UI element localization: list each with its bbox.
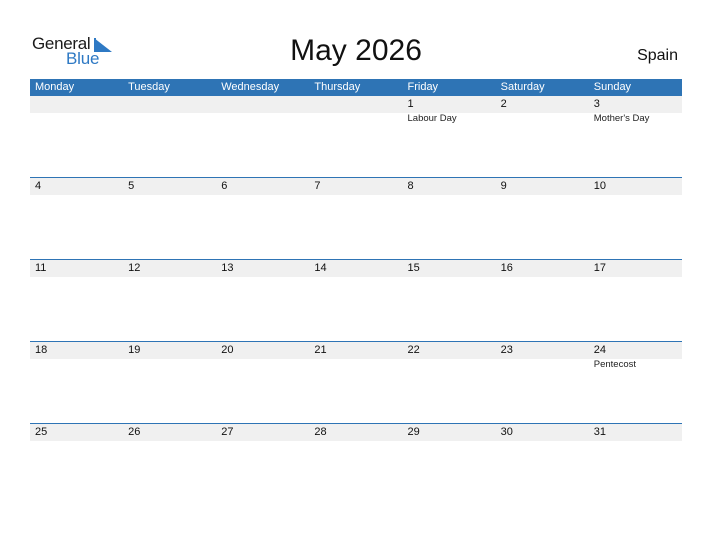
day-number: 1 <box>407 98 414 110</box>
day-cell: 29 <box>403 424 496 441</box>
day-number: 13 <box>221 262 234 274</box>
day-cell: 22 <box>403 342 496 371</box>
day-number: 8 <box>407 180 414 192</box>
day-number: 30 <box>500 426 513 438</box>
day-number: 23 <box>500 344 513 356</box>
day-number: 19 <box>128 344 141 356</box>
day-number: 25 <box>35 426 48 438</box>
day-number: 27 <box>221 426 234 438</box>
day-number: 21 <box>314 344 327 356</box>
day-number: 20 <box>221 344 234 356</box>
day-cell: 7 <box>309 178 402 195</box>
week-row: 18 19 20 21 22 23 24 Pentecost <box>30 341 682 423</box>
week-cells: 1 Labour Day 2 3 Mother's Day <box>30 96 682 125</box>
week-row: 11 12 13 14 15 16 17 <box>30 259 682 341</box>
weekday-sunday: Sunday <box>593 81 632 93</box>
weeks-container: 1 Labour Day 2 3 Mother's Day 4 5 6 7 8 9 10 11 12 13 1… <box>30 96 682 505</box>
day-cell <box>123 96 216 125</box>
week-cells: 11 12 13 14 15 16 17 <box>30 260 682 277</box>
day-cell: 5 <box>123 178 216 195</box>
day-number <box>314 96 402 113</box>
day-number: 18 <box>35 344 48 356</box>
day-cell: 25 <box>30 424 123 441</box>
day-number: 2 <box>500 98 507 110</box>
day-cell: 3 Mother's Day <box>589 96 682 125</box>
day-number: 14 <box>314 262 327 274</box>
day-number: 10 <box>593 180 606 192</box>
week-cells: 4 5 6 7 8 9 10 <box>30 178 682 195</box>
day-cell <box>216 96 309 125</box>
week-row: 1 Labour Day 2 3 Mother's Day <box>30 96 682 177</box>
day-number: 22 <box>407 344 420 356</box>
day-cell: 30 <box>496 424 589 441</box>
day-cell: 16 <box>496 260 589 277</box>
calendar-grid: Monday Tuesday Wednesday Thursday Friday… <box>30 79 682 505</box>
day-cell: 12 <box>123 260 216 277</box>
week-row: 25 26 27 28 29 30 31 <box>30 423 682 505</box>
weekday-monday: Monday <box>35 81 75 93</box>
day-number: 4 <box>35 180 42 192</box>
day-cell: 21 <box>309 342 402 371</box>
weekday-friday: Friday <box>407 81 439 93</box>
day-cell: 19 <box>123 342 216 371</box>
calendar-title: May 2026 <box>290 34 422 67</box>
week-cells: 25 26 27 28 29 30 31 <box>30 424 682 441</box>
day-number <box>221 96 309 113</box>
day-cell: 15 <box>403 260 496 277</box>
day-number: 7 <box>314 180 321 192</box>
day-number: 29 <box>407 426 420 438</box>
day-number <box>128 96 216 113</box>
weekday-wednesday: Wednesday <box>221 81 280 93</box>
holiday-label: Pentecost <box>593 359 636 370</box>
holiday-label: Labour Day <box>407 113 457 124</box>
weekday-saturday: Saturday <box>500 81 545 93</box>
day-cell: 18 <box>30 342 123 371</box>
day-cell: 14 <box>309 260 402 277</box>
day-cell: 9 <box>496 178 589 195</box>
day-number: 17 <box>593 262 606 274</box>
day-cell: 13 <box>216 260 309 277</box>
day-number: 3 <box>593 98 600 110</box>
day-cell: 27 <box>216 424 309 441</box>
day-number: 24 <box>593 344 606 356</box>
day-number: 31 <box>593 426 606 438</box>
day-cell: 8 <box>403 178 496 195</box>
weekday-header: Monday Tuesday Wednesday Thursday Friday… <box>30 79 682 96</box>
day-cell <box>30 96 123 125</box>
day-number: 12 <box>128 262 141 274</box>
day-cell: 1 Labour Day <box>403 96 496 125</box>
day-number: 6 <box>221 180 228 192</box>
day-number: 26 <box>128 426 141 438</box>
day-cell: 17 <box>589 260 682 277</box>
day-number: 16 <box>500 262 513 274</box>
day-cell: 26 <box>123 424 216 441</box>
day-cell: 6 <box>216 178 309 195</box>
day-number <box>35 96 123 113</box>
day-cell: 28 <box>309 424 402 441</box>
day-number: 5 <box>128 180 135 192</box>
day-number: 11 <box>35 262 47 274</box>
day-cell: 20 <box>216 342 309 371</box>
weekday-tuesday: Tuesday <box>128 81 170 93</box>
holiday-label: Mother's Day <box>593 113 650 124</box>
day-cell <box>309 96 402 125</box>
week-row: 4 5 6 7 8 9 10 <box>30 177 682 259</box>
day-cell: 23 <box>496 342 589 371</box>
day-cell: 31 <box>589 424 682 441</box>
day-number: 28 <box>314 426 327 438</box>
country-label: Spain <box>637 47 678 64</box>
day-cell: 24 Pentecost <box>589 342 682 371</box>
day-cell: 2 <box>496 96 589 125</box>
day-number: 9 <box>500 180 507 192</box>
day-cell: 11 <box>30 260 123 277</box>
weekday-thursday: Thursday <box>314 81 361 93</box>
day-cell: 4 <box>30 178 123 195</box>
week-cells: 18 19 20 21 22 23 24 Pentecost <box>30 342 682 371</box>
day-number: 15 <box>407 262 420 274</box>
day-cell: 10 <box>589 178 682 195</box>
